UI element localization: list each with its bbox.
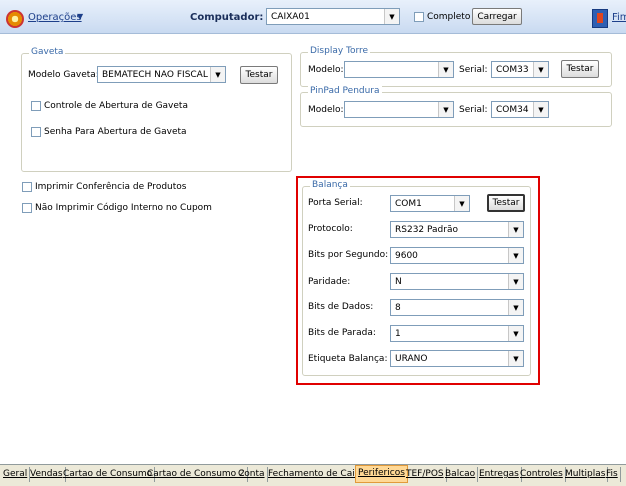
pinpad-serial-value: COM34 [496, 104, 529, 115]
operations-icon[interactable] [6, 10, 24, 28]
pinpad-model-select[interactable]: ▼ [344, 101, 454, 118]
pinpad-model-label: Modelo: [308, 105, 344, 115]
complete-label: Completo [427, 12, 471, 22]
tab-fechamento-caixa[interactable]: Fechamento de Caixa [266, 467, 369, 482]
display-serial-select[interactable]: COM33 ▼ [491, 61, 549, 78]
load-button[interactable]: Carregar [472, 8, 522, 25]
pinpad-title: PinPad Pendura [308, 86, 382, 96]
pinpad-panel: PinPad Pendura Modelo: ▼ Serial: COM34 ▼ [300, 86, 612, 127]
chevron-down-icon[interactable]: ▼ [438, 102, 453, 117]
display-model-select[interactable]: ▼ [344, 61, 454, 78]
tab-tef-pos[interactable]: TEF/POS [404, 467, 447, 482]
control-checkbox[interactable] [31, 101, 41, 111]
tab-geral[interactable]: Geral [1, 467, 31, 482]
display-torre-title: Display Torre [308, 46, 371, 56]
pinpad-serial-label: Serial: [459, 105, 488, 115]
tab-perifericos[interactable]: Perifericos [355, 465, 408, 483]
gaveta-title: Gaveta [29, 47, 66, 57]
computer-value: CAIXA01 [271, 11, 310, 22]
no-print-code-checkbox[interactable] [22, 203, 32, 213]
display-test-button[interactable]: Testar [561, 60, 599, 78]
computer-select[interactable]: CAIXA01 ▼ [266, 8, 400, 25]
tab-balcao[interactable]: Balcao [443, 467, 479, 482]
print-conference-label: Imprimir Conferência de Produtos [35, 182, 187, 192]
gaveta-panel: Gaveta Modelo Gaveta: BEMATECH NAO FISCA… [21, 47, 292, 172]
tab-cartao-consumo-2[interactable]: Cartao de Consumo 2 [145, 467, 248, 482]
print-conference-checkbox[interactable] [22, 182, 32, 192]
tab-bar: Geral Vendas Cartao de Consumo Cartao de… [0, 464, 626, 486]
tab-multiplas[interactable]: Multiplas [563, 467, 609, 482]
tab-controles[interactable]: Controles [518, 467, 566, 482]
gaveta-test-button[interactable]: Testar [240, 66, 278, 84]
password-label: Senha Para Abertura de Gaveta [44, 127, 187, 137]
highlight-box [296, 176, 540, 385]
chevron-down-icon[interactable]: ▼ [533, 62, 548, 77]
tab-cartao-consumo[interactable]: Cartao de Consumo [61, 467, 156, 482]
pinpad-serial-select[interactable]: COM34 ▼ [491, 101, 549, 118]
exit-icon[interactable] [592, 9, 608, 28]
exit-link[interactable]: Fim [612, 12, 626, 23]
tab-conta[interactable]: Conta [236, 467, 268, 482]
control-label: Controle de Abertura de Gaveta [44, 101, 188, 111]
tab-fis[interactable]: Fis [604, 467, 621, 482]
operations-menu[interactable]: Operações [28, 12, 82, 23]
chevron-down-icon[interactable]: ▼ [438, 62, 453, 77]
chevron-down-icon[interactable]: ▼ [210, 67, 225, 82]
complete-checkbox[interactable] [414, 12, 424, 22]
tab-vendas[interactable]: Vendas [28, 467, 66, 482]
display-serial-label: Serial: [459, 65, 488, 75]
computer-label: Computador: [190, 12, 264, 23]
display-serial-value: COM33 [496, 64, 529, 75]
chevron-down-icon[interactable]: ▼ [77, 12, 83, 21]
password-checkbox[interactable] [31, 127, 41, 137]
chevron-down-icon[interactable]: ▼ [533, 102, 548, 117]
tab-entregas[interactable]: Entregas [477, 467, 522, 482]
gaveta-model-select[interactable]: BEMATECH NAO FISCAL ▼ [97, 66, 226, 83]
top-toolbar: Operações ▼ Computador: CAIXA01 ▼ Comple… [0, 0, 626, 34]
chevron-down-icon[interactable]: ▼ [384, 9, 399, 24]
gaveta-model-value: BEMATECH NAO FISCAL [102, 69, 208, 80]
no-print-code-label: Não Imprimir Código Interno no Cupom [35, 203, 212, 213]
display-model-label: Modelo: [308, 65, 344, 75]
gaveta-model-label: Modelo Gaveta: [28, 70, 99, 80]
display-torre-panel: Display Torre Modelo: ▼ Serial: COM33 ▼ … [300, 46, 612, 87]
